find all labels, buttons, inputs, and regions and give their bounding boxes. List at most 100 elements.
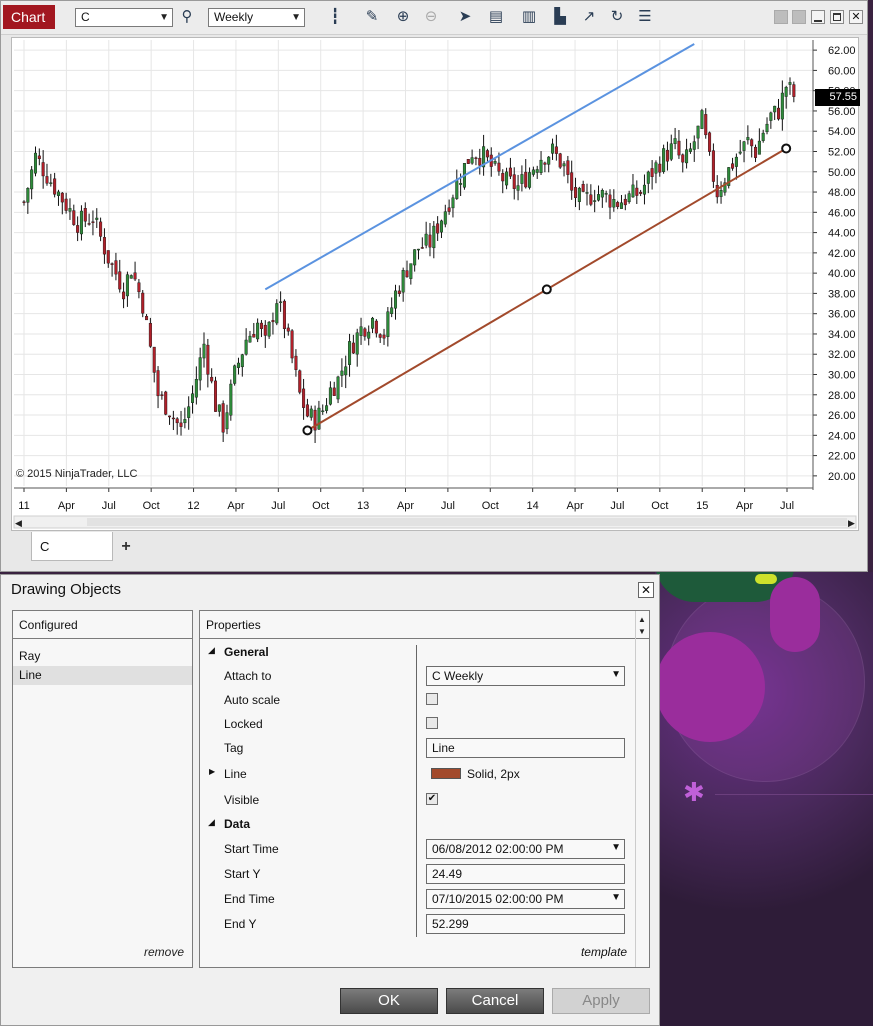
- candle-body: [551, 143, 555, 154]
- candle-body: [317, 407, 321, 430]
- configured-item-line[interactable]: Line: [13, 666, 192, 685]
- candle-body: [685, 149, 689, 164]
- candle-body: [539, 159, 543, 173]
- x-tick-label: Apr: [566, 500, 583, 512]
- candle-body: [279, 301, 283, 303]
- close-icon[interactable]: ✕: [849, 10, 863, 24]
- zoom-out-icon[interactable]: ⊖: [421, 7, 441, 27]
- locked-label: Locked: [224, 717, 263, 731]
- drawing-objects-icon[interactable]: ↗: [579, 7, 599, 27]
- candle-body: [451, 197, 455, 209]
- candle-body: [309, 408, 313, 418]
- attach-to-label: Attach to: [224, 669, 272, 683]
- candle-body: [95, 217, 99, 220]
- candle-body: [493, 161, 497, 164]
- candle-body: [390, 307, 394, 314]
- add-tab-button[interactable]: +: [115, 536, 137, 558]
- link-icon[interactable]: [792, 10, 806, 24]
- candle-body: [566, 160, 570, 175]
- y-tick-label: 50.00: [828, 167, 856, 179]
- candle-body: [367, 331, 371, 339]
- end-y-input[interactable]: 52.299: [426, 914, 625, 934]
- maximize-icon[interactable]: [830, 10, 844, 24]
- candle-body: [738, 151, 742, 154]
- candle-body: [761, 132, 765, 141]
- attach-to-select[interactable]: C Weekly ▼: [426, 666, 625, 686]
- candle-body: [56, 191, 60, 196]
- x-tick-label: Oct: [312, 500, 329, 512]
- candle-body: [459, 183, 463, 185]
- candle-body: [654, 162, 658, 174]
- tile-icon[interactable]: [774, 10, 788, 24]
- price-chart[interactable]: 62.0060.0058.0056.0054.0052.0050.0048.00…: [12, 38, 858, 530]
- chart-panel[interactable]: 62.0060.0058.0056.0054.0052.0050.0048.00…: [11, 37, 860, 531]
- properties-panel: Properties ▲ ▼ ◢ General Attach to C Week…: [199, 610, 650, 968]
- line-style-value[interactable]: Solid, 2px: [467, 767, 520, 781]
- chart-title: Chart: [3, 5, 55, 29]
- start-time-label: Start Time: [224, 842, 279, 856]
- start-time-picker[interactable]: 06/08/2012 02:00:00 PM ▼: [426, 839, 625, 859]
- indicators-icon[interactable]: ▥: [519, 7, 539, 27]
- candle-body: [179, 422, 183, 427]
- strategies-icon[interactable]: ▙: [550, 7, 570, 27]
- period-selector[interactable]: Weekly ▼: [208, 8, 305, 27]
- candle-body: [72, 210, 76, 225]
- drawing-objects-dialog: Drawing Objects ✕ Configured Ray Line re…: [0, 574, 660, 1026]
- candle-body: [731, 163, 735, 169]
- tab-c[interactable]: C: [31, 532, 113, 561]
- auto-scale-checkbox[interactable]: [426, 693, 438, 705]
- apply-button[interactable]: Apply: [552, 988, 650, 1014]
- properties-icon[interactable]: ☰: [635, 7, 655, 27]
- reload-icon[interactable]: ↻: [607, 7, 627, 27]
- auto-scale-label: Auto scale: [224, 693, 281, 707]
- general-group-row[interactable]: ◢ General: [200, 641, 630, 663]
- candle-body: [593, 200, 597, 202]
- remove-link[interactable]: remove: [144, 945, 184, 959]
- candle-body: [99, 221, 103, 237]
- configured-item-ray[interactable]: Ray: [13, 647, 192, 666]
- candle-body: [597, 194, 601, 201]
- instrument-selector[interactable]: C ▼: [75, 8, 173, 27]
- scroll-right-icon: ▶: [848, 518, 855, 528]
- candle-body: [635, 187, 639, 196]
- candle-body: [37, 155, 41, 160]
- visible-checkbox[interactable]: ✔: [426, 793, 438, 805]
- line-row[interactable]: ▶ Line Solid, 2px: [200, 763, 630, 785]
- collapse-icon[interactable]: ◢: [208, 645, 215, 656]
- data-group-label: Data: [224, 817, 251, 831]
- tag-row: Tag Line: [200, 737, 630, 759]
- candle-body: [405, 270, 409, 278]
- x-tick-label: Jul: [441, 500, 455, 512]
- data-box-icon[interactable]: ▤: [486, 7, 506, 27]
- ok-button[interactable]: OK: [340, 988, 438, 1014]
- dialog-close-button[interactable]: ✕: [638, 582, 654, 598]
- pointer-icon[interactable]: ➤: [455, 7, 475, 27]
- x-tick-label: Jul: [271, 500, 285, 512]
- properties-scrollbar[interactable]: ▲ ▼: [635, 611, 649, 967]
- candle-body: [248, 335, 252, 343]
- candle-body: [784, 86, 788, 97]
- search-icon[interactable]: ⚲: [177, 7, 197, 27]
- zoom-in-icon[interactable]: ⊕: [393, 7, 413, 27]
- chart-toolbar: Chart C ▼ ⚲ Weekly ▼ ┇ ✎ ⊕ ⊖ ➤ ▤ ▥ ▙ ↗ ↻ ☰…: [1, 1, 867, 35]
- collapse-icon[interactable]: ◢: [208, 817, 215, 828]
- x-tick-label: Jul: [780, 500, 794, 512]
- start-y-input[interactable]: 24.49: [426, 864, 625, 884]
- tag-input[interactable]: Line: [426, 738, 625, 758]
- minimize-icon[interactable]: [811, 10, 825, 24]
- line-color-swatch[interactable]: [431, 768, 461, 779]
- expand-icon[interactable]: ▶: [209, 767, 215, 776]
- candle-body: [562, 163, 566, 167]
- candle-body: [447, 207, 451, 212]
- locked-checkbox[interactable]: [426, 717, 438, 729]
- candle-body: [152, 346, 156, 373]
- cancel-button[interactable]: Cancel: [446, 988, 544, 1014]
- draw-tool-icon[interactable]: ✎: [362, 7, 382, 27]
- candle-body: [773, 105, 777, 113]
- data-group-row[interactable]: ◢ Data: [200, 813, 630, 835]
- bar-type-icon[interactable]: ┇: [325, 7, 345, 27]
- candle-body: [439, 220, 443, 233]
- template-link[interactable]: template: [581, 945, 627, 959]
- candle-body: [589, 194, 593, 205]
- end-time-picker[interactable]: 07/10/2015 02:00:00 PM ▼: [426, 889, 625, 909]
